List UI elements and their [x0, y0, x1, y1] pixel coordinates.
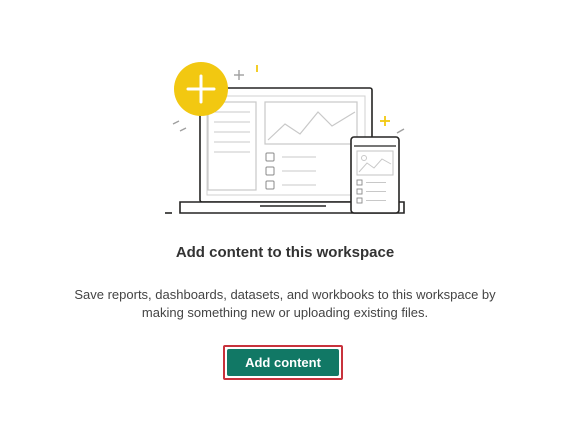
- add-content-button[interactable]: Add content: [227, 349, 339, 376]
- empty-state-title: Add content to this workspace: [175, 244, 395, 261]
- add-content-illustration: [165, 62, 405, 214]
- empty-workspace-panel: Add content to this workspace Save repor…: [0, 0, 580, 443]
- empty-state-description: Save reports, dashboards, datasets, and …: [74, 287, 496, 320]
- add-content-button-focus-outline: Add content: [223, 345, 343, 380]
